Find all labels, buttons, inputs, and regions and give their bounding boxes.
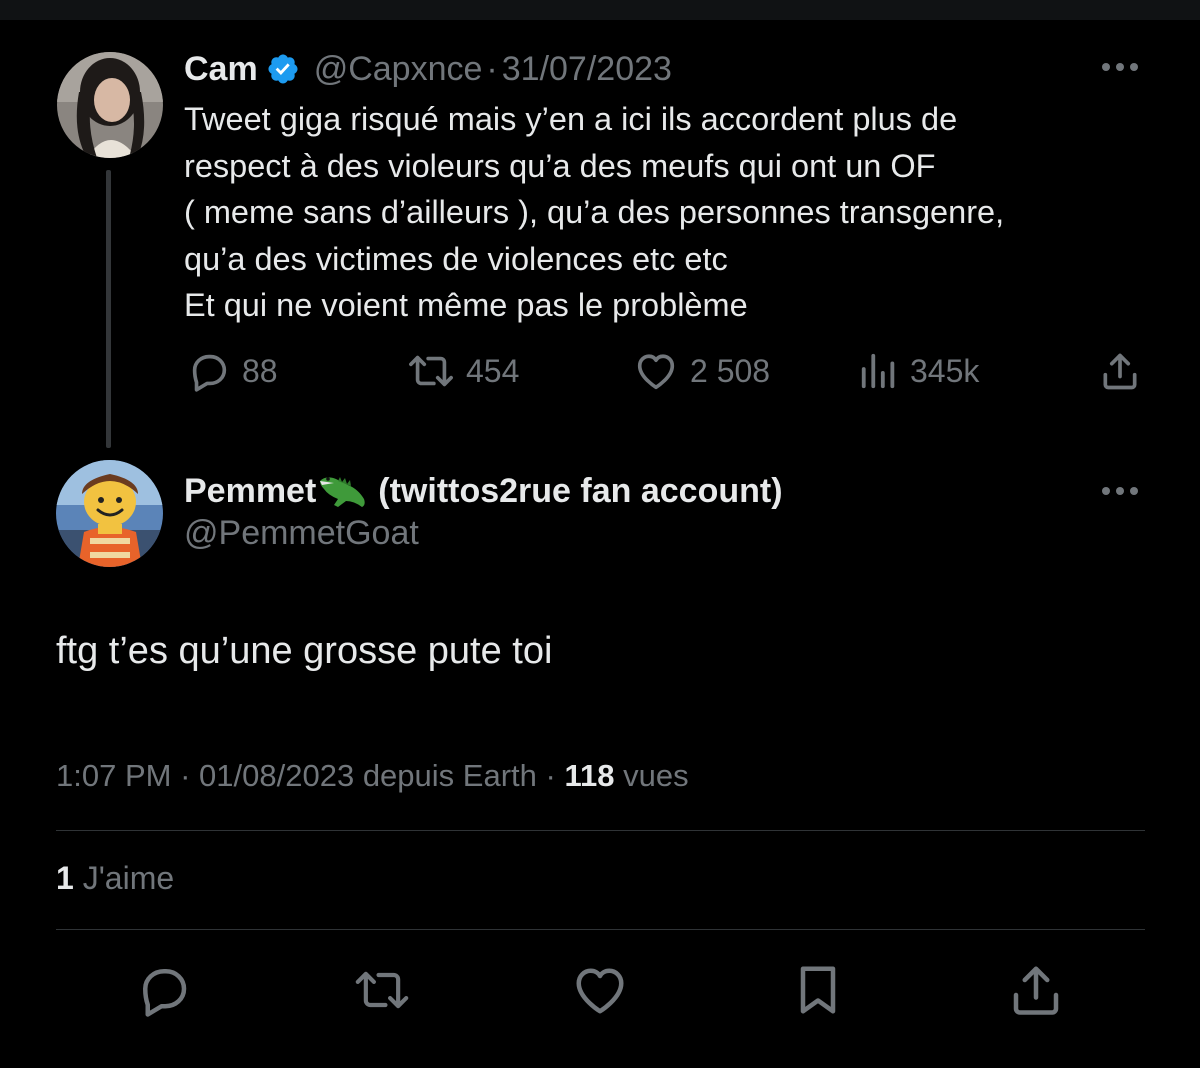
analytics-icon xyxy=(861,353,895,389)
verified-badge-icon xyxy=(268,54,298,84)
share-icon xyxy=(1013,966,1059,1015)
thread-connector xyxy=(106,170,111,448)
display-name[interactable]: Cam xyxy=(184,50,258,89)
likes-count: 1 xyxy=(56,860,74,896)
tweet-date: 01/08/2023 xyxy=(199,758,355,793)
tweet-date[interactable]: 31/07/2023 xyxy=(502,50,672,89)
meta-separator: · xyxy=(545,758,556,793)
retweet-count: 454 xyxy=(466,352,520,389)
share-icon xyxy=(1103,353,1137,390)
reply-icon xyxy=(192,354,227,392)
reply-count: 88 xyxy=(242,352,278,389)
reply-icon xyxy=(143,969,187,1017)
more-options-icon[interactable] xyxy=(1100,61,1140,73)
meta-separator: · xyxy=(180,758,191,793)
like-action[interactable]: 2 508 xyxy=(632,348,770,394)
likes-label: J'aime xyxy=(82,860,175,896)
likes-summary[interactable]: 1 J'aime xyxy=(56,860,174,897)
view-count: 345k xyxy=(910,352,980,389)
avatar-cam[interactable] xyxy=(57,52,163,158)
tweet-meta: 1:07 PM · 01/08/2023 depuis Earth · 118 … xyxy=(56,758,689,794)
display-name[interactable]: Pemmet xyxy=(184,472,316,511)
more-options-icon[interactable] xyxy=(1100,485,1140,497)
view-count[interactable]: 118 xyxy=(564,758,614,793)
retweet-icon xyxy=(355,971,409,1009)
reply-action[interactable]: 88 xyxy=(186,348,278,394)
tweet-text: Tweet giga risqué mais y’en a ici ils ac… xyxy=(184,96,1144,329)
display-name-suffix: (twittos2rue fan account) xyxy=(378,471,783,510)
bookmark-icon xyxy=(800,966,836,1014)
tweet-header: Cam @Capxnce · 31/07/2023 xyxy=(184,44,672,94)
tweet-text-line: ( meme sans d’ailleurs ), qu’a des perso… xyxy=(184,194,1005,230)
tweet-text-line: Et qui ne voient même pas le problème xyxy=(184,287,748,323)
separator: · xyxy=(486,49,498,88)
tweet-source: depuis Earth xyxy=(362,758,537,793)
like-button[interactable] xyxy=(570,960,630,1020)
retweet-icon xyxy=(409,355,453,387)
bookmark-button[interactable] xyxy=(788,960,848,1020)
tweet-time: 1:07 PM xyxy=(56,758,172,793)
share-action[interactable] xyxy=(1098,348,1142,394)
tweet-text-line: respect à des violeurs qu’a des meufs qu… xyxy=(184,147,936,184)
share-button[interactable] xyxy=(1006,960,1066,1020)
retweet-action[interactable]: 454 xyxy=(406,348,519,394)
crocodile-emoji-icon xyxy=(320,477,365,507)
like-icon xyxy=(576,968,624,1014)
handle[interactable]: @PemmetGoat xyxy=(184,514,419,553)
status-strip xyxy=(0,0,1200,20)
divider xyxy=(56,830,1145,831)
reply-button[interactable] xyxy=(134,960,194,1020)
like-count: 2 508 xyxy=(690,352,771,389)
avatar-pemmet[interactable] xyxy=(56,460,163,567)
retweet-button[interactable] xyxy=(352,960,412,1020)
view-label[interactable]: vues xyxy=(623,758,688,793)
reply-text: ftg t’es qu’une grosse pute toi xyxy=(56,630,553,672)
like-icon xyxy=(637,354,675,390)
tweet-text-line: Tweet giga risqué mais y’en a ici ils ac… xyxy=(184,101,958,137)
handle[interactable]: @Capxnce xyxy=(314,50,483,89)
divider xyxy=(56,929,1145,930)
reply-header: Pemmet (twittos2rue fan account) xyxy=(184,466,783,516)
views-action[interactable]: 345k xyxy=(858,348,979,394)
tweet-text-line: qu’a des victimes de violences etc etc xyxy=(184,240,728,277)
